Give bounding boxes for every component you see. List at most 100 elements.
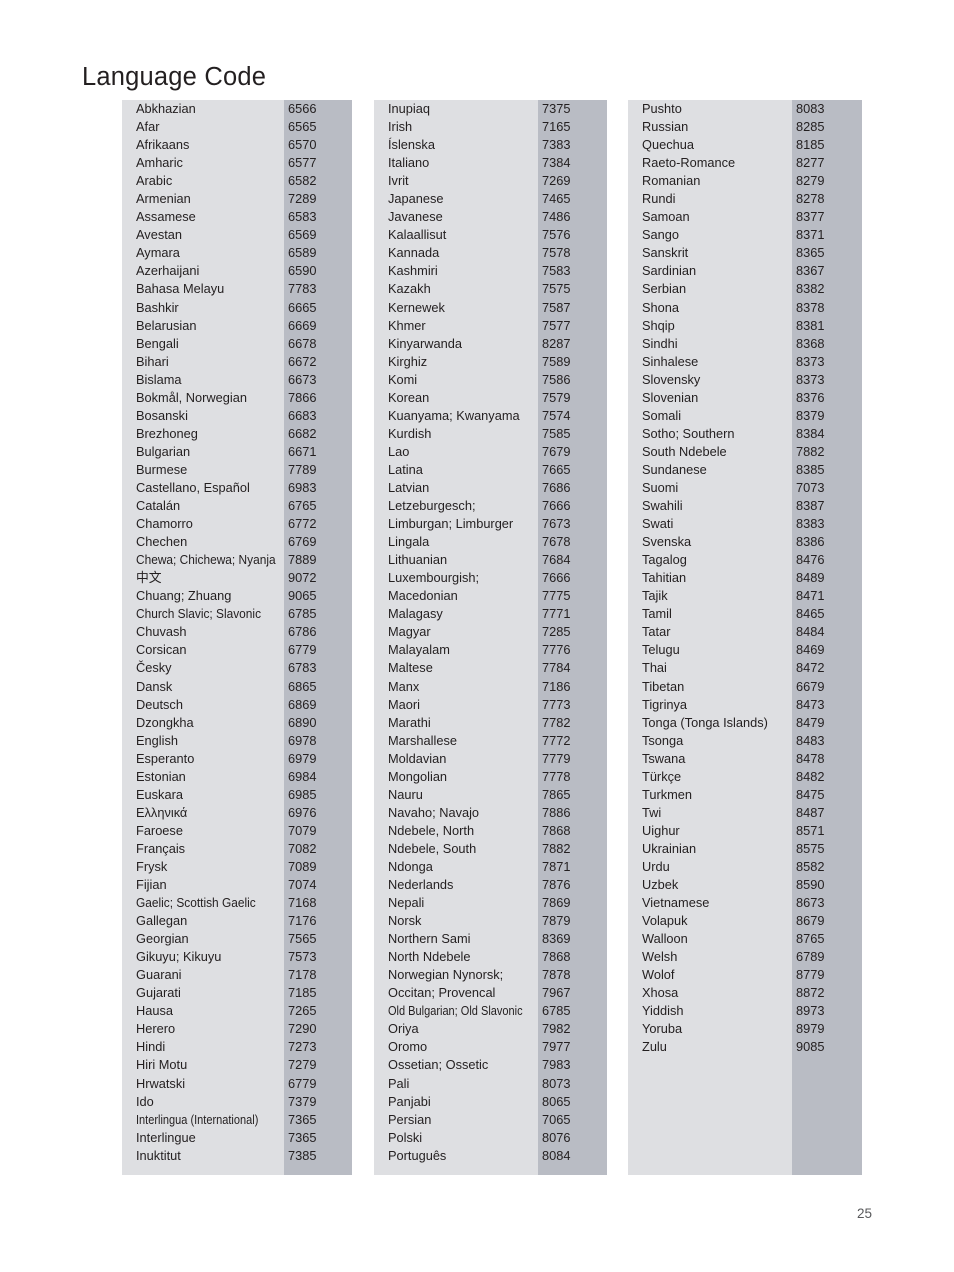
language-name: Chewa; Chichewa; Nyanja bbox=[136, 552, 276, 568]
language-name: Swati bbox=[642, 516, 674, 532]
language-code: 6785 bbox=[288, 606, 317, 622]
language-code: 7775 bbox=[542, 588, 571, 604]
language-name: Fijian bbox=[136, 877, 167, 893]
language-code: 7869 bbox=[542, 895, 571, 911]
language-row: Interlingue 7365 bbox=[122, 1129, 352, 1147]
language-code: 6589 bbox=[288, 245, 317, 261]
language-code: 7684 bbox=[542, 552, 571, 568]
language-row: Oromo 7977 bbox=[374, 1038, 607, 1056]
language-row: Gaelic; Scottish Gaelic 7168 bbox=[122, 894, 352, 912]
language-row: Serbian 8382 bbox=[628, 280, 862, 298]
language-row: Gujarati 7185 bbox=[122, 984, 352, 1002]
language-row: Tsonga 8483 bbox=[628, 732, 862, 750]
language-name: Tatar bbox=[642, 624, 671, 640]
language-row: Volapuk 8679 bbox=[628, 912, 862, 930]
language-row: Aymara 6589 bbox=[122, 244, 352, 262]
language-row: 中文 9072 bbox=[122, 569, 352, 587]
language-code: 7579 bbox=[542, 389, 571, 405]
language-name: Kirghiz bbox=[388, 353, 428, 369]
language-row: Old Bulgarian; Old Slavonic 6785 bbox=[374, 1002, 607, 1020]
language-name: Estonian bbox=[136, 768, 186, 784]
language-name: Amharic bbox=[136, 155, 183, 171]
language-name: Old Bulgarian; Old Slavonic bbox=[388, 1003, 523, 1019]
language-row: Français 7082 bbox=[122, 840, 352, 858]
language-name: Chechen bbox=[136, 534, 188, 550]
language-name: Shqip bbox=[642, 317, 675, 333]
language-code: 7586 bbox=[542, 371, 571, 387]
language-name: Chuang; Zhuang bbox=[136, 588, 232, 604]
language-name: Tswana bbox=[642, 750, 686, 766]
language-code: 7178 bbox=[288, 967, 317, 983]
language-row: Dzongkha 6890 bbox=[122, 714, 352, 732]
language-row: Gallegan 7176 bbox=[122, 912, 352, 930]
language-name: Bashkir bbox=[136, 299, 179, 315]
language-row: Belarusian 6669 bbox=[122, 317, 352, 335]
language-row: Shqip 8381 bbox=[628, 317, 862, 335]
language-code: 7573 bbox=[288, 949, 317, 965]
language-row: Ndebele, South 7882 bbox=[374, 840, 607, 858]
language-name: Tajik bbox=[642, 588, 668, 604]
language-row: Kannada 7578 bbox=[374, 244, 607, 262]
language-name: Uzbek bbox=[642, 877, 679, 893]
language-name: Navaho; Navajo bbox=[388, 804, 480, 820]
language-row: Guarani 7178 bbox=[122, 966, 352, 984]
language-code: 8279 bbox=[796, 173, 825, 189]
language-code: 8469 bbox=[796, 642, 825, 658]
language-code: 7365 bbox=[288, 1111, 317, 1127]
language-name: Slovenian bbox=[642, 389, 699, 405]
language-name: Chuvash bbox=[136, 624, 187, 640]
language-code: 7666 bbox=[542, 498, 571, 514]
language-name: Moldavian bbox=[388, 750, 447, 766]
language-name: Inupiaq bbox=[388, 101, 430, 116]
language-row: Panjabi 8065 bbox=[374, 1093, 607, 1111]
language-row: Marshallese 7772 bbox=[374, 732, 607, 750]
language-row: Raeto-Romance 8277 bbox=[628, 154, 862, 172]
language-name: Kuanyama; Kwanyama bbox=[388, 407, 520, 423]
language-code: 6765 bbox=[288, 498, 317, 514]
language-name: Nederlands bbox=[388, 877, 454, 893]
language-code: 8582 bbox=[796, 858, 825, 874]
language-name: Sardinian bbox=[642, 263, 697, 279]
language-name: Chamorro bbox=[136, 516, 193, 532]
language-code: 6683 bbox=[288, 407, 317, 423]
language-name: Inuktitut bbox=[136, 1147, 181, 1163]
language-code: 8475 bbox=[796, 786, 825, 802]
language-row: Faroese 7079 bbox=[122, 822, 352, 840]
language-code: 7868 bbox=[542, 949, 571, 965]
language-row: Interlingua (International) 7365 bbox=[122, 1111, 352, 1129]
language-code: 7186 bbox=[542, 678, 571, 694]
language-row: Tswana 8478 bbox=[628, 750, 862, 768]
language-row: Rundi 8278 bbox=[628, 190, 862, 208]
language-row: Chewa; Chichewa; Nyanja 7889 bbox=[122, 551, 352, 569]
language-row: Lithuanian 7684 bbox=[374, 551, 607, 569]
language-row: Hrwatski 6779 bbox=[122, 1075, 352, 1093]
language-row: Catalán 6765 bbox=[122, 497, 352, 515]
language-row: Navaho; Navajo 7886 bbox=[374, 804, 607, 822]
language-code: 8779 bbox=[796, 967, 825, 983]
language-name: Raeto-Romance bbox=[642, 155, 736, 171]
language-name: English bbox=[136, 732, 178, 748]
language-code: 6890 bbox=[288, 714, 317, 730]
language-code: 8385 bbox=[796, 461, 825, 477]
language-code: 8473 bbox=[796, 696, 825, 712]
language-code: 8381 bbox=[796, 317, 825, 333]
language-name: Yoruba bbox=[642, 1021, 683, 1037]
language-name: Tibetan bbox=[642, 678, 685, 694]
language-name: Ossetian; Ossetic bbox=[388, 1057, 489, 1073]
language-name: South Ndebele bbox=[642, 443, 727, 459]
language-row: Uzbek 8590 bbox=[628, 876, 862, 894]
language-row: Kernewek 7587 bbox=[374, 299, 607, 317]
language-code: 7465 bbox=[542, 191, 571, 207]
language-name: Limburgan; Limburger bbox=[388, 516, 514, 532]
language-code: 8489 bbox=[796, 570, 825, 586]
language-name: Magyar bbox=[388, 624, 431, 640]
language-code: 6772 bbox=[288, 516, 317, 532]
language-name: Norsk bbox=[388, 913, 422, 929]
language-code: 8365 bbox=[796, 245, 825, 261]
language-name: Italiano bbox=[388, 155, 430, 171]
language-code: 7385 bbox=[288, 1147, 317, 1163]
language-code: 8478 bbox=[796, 750, 825, 766]
language-name: Kannada bbox=[388, 245, 440, 261]
language-row: Sindhi 8368 bbox=[628, 335, 862, 353]
language-row: Estonian 6984 bbox=[122, 768, 352, 786]
